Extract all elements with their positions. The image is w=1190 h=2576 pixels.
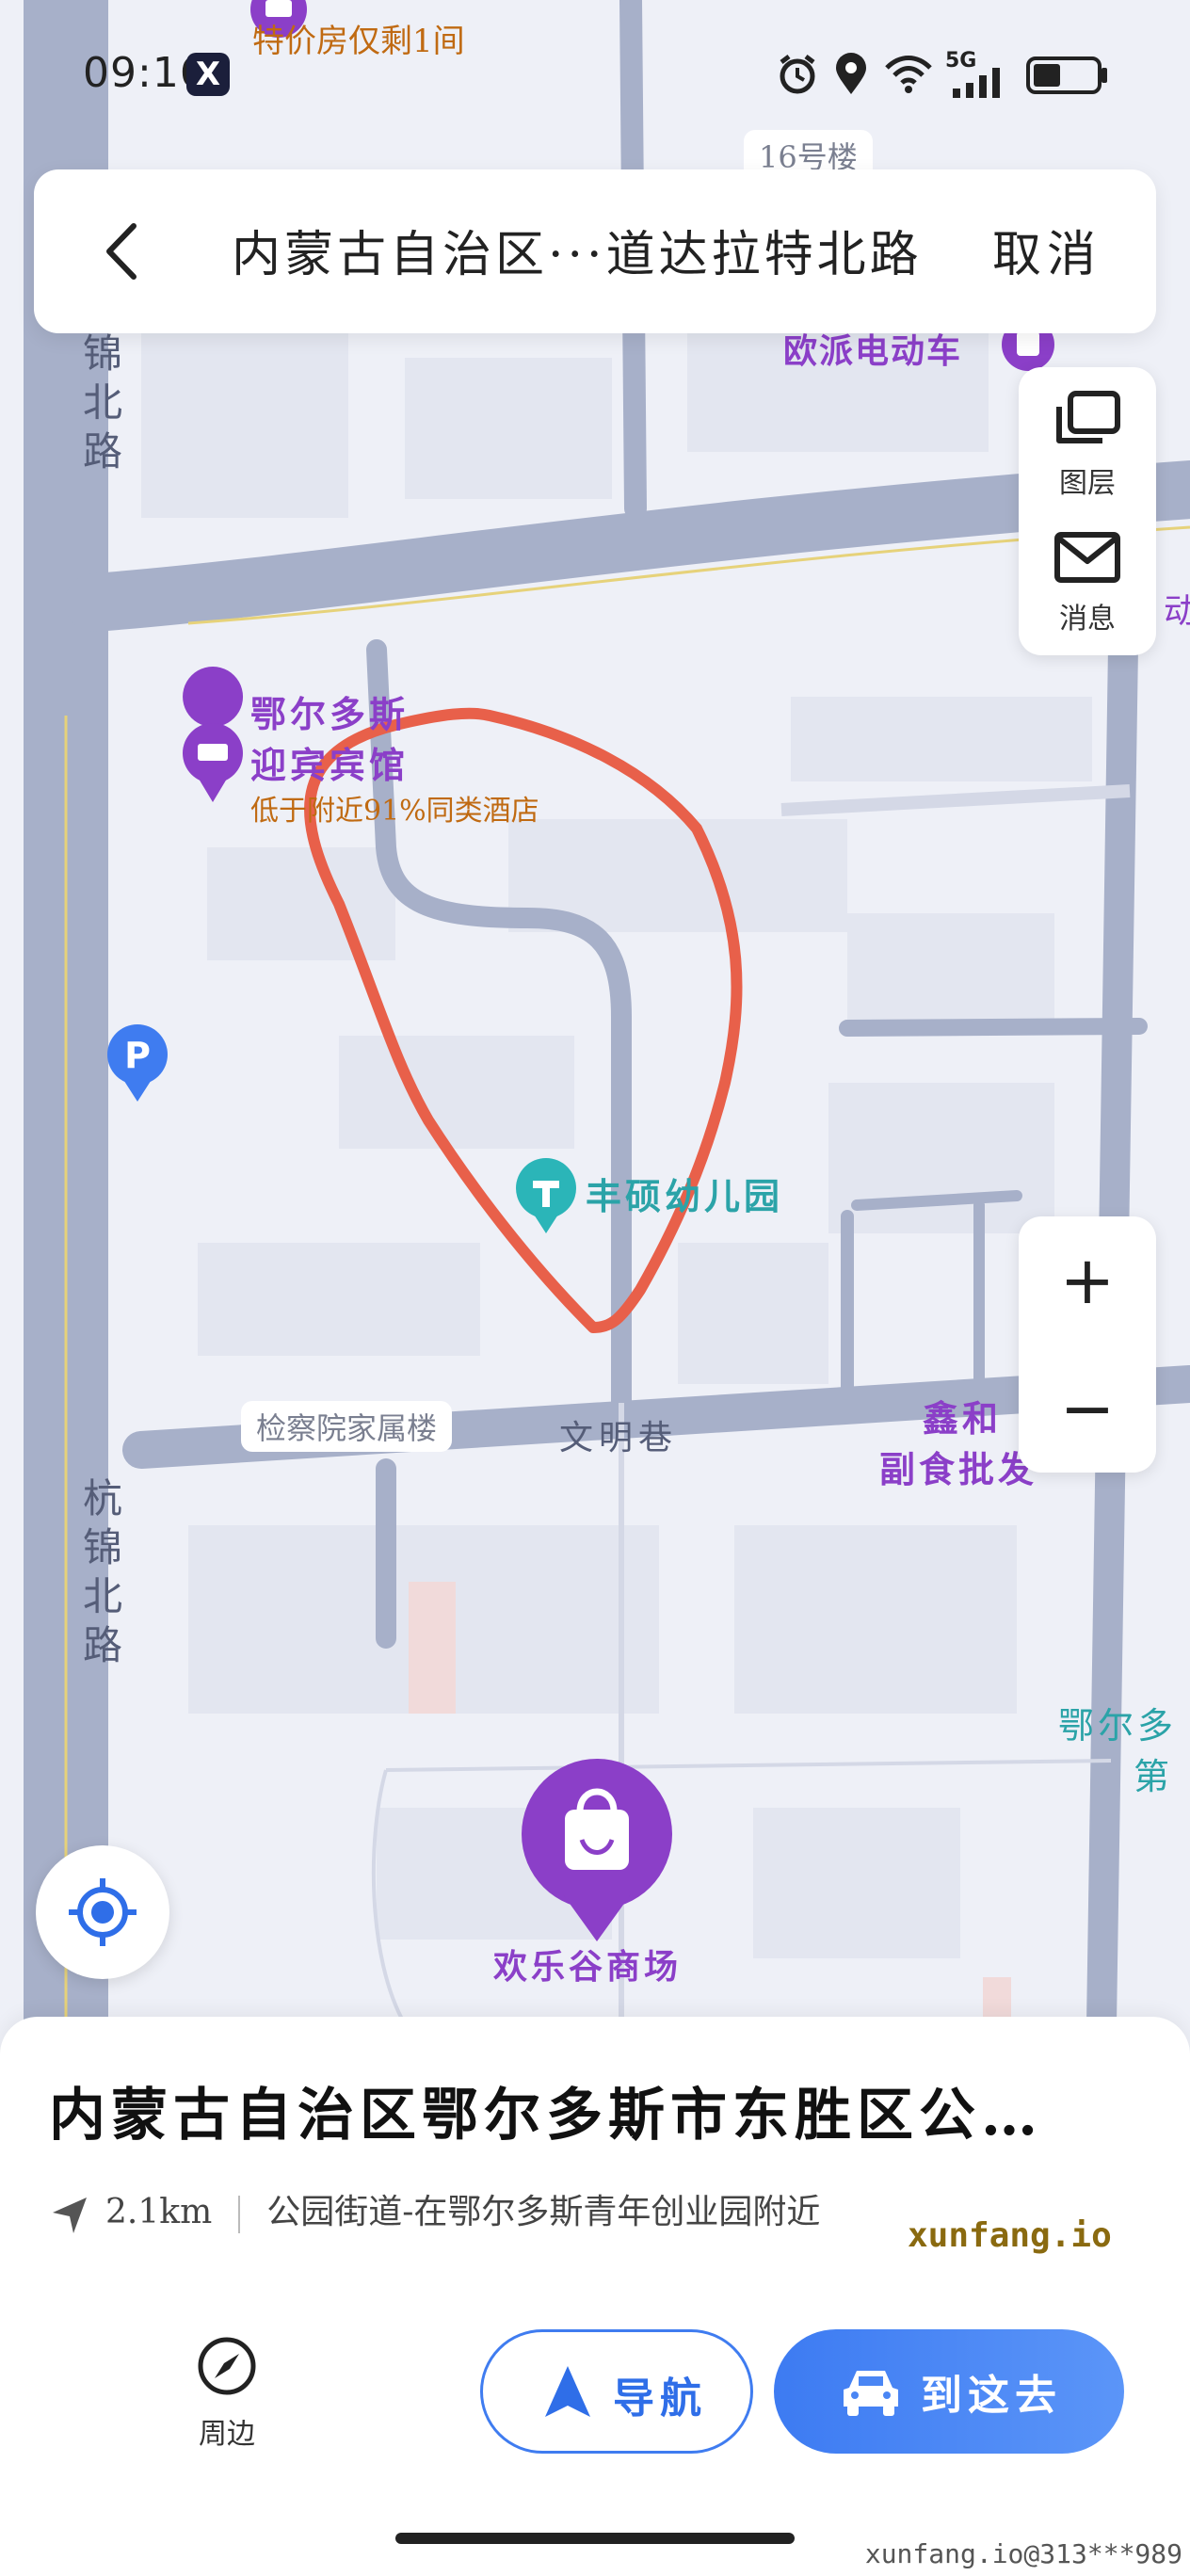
hotel-name-line2[interactable]: 迎宾宾馆: [250, 736, 409, 788]
wholesale-label-line1[interactable]: 鑫和: [923, 1390, 1002, 1441]
hotel-name-line1[interactable]: 鄂尔多斯: [250, 685, 409, 737]
building-tag-procuratorate: 检察院家属楼: [241, 1401, 453, 1452]
search-title[interactable]: 内蒙古自治区···道达拉特北路: [232, 215, 923, 285]
map-tools-panel: 图层 消息: [1019, 367, 1156, 655]
road-label-hangjin-bottom: 杭锦北路: [83, 1475, 125, 1668]
battery-icon: [1026, 56, 1107, 94]
edge-label-di: 第: [1134, 1756, 1170, 1797]
car-icon: [844, 2371, 898, 2416]
cancel-button[interactable]: 取消: [992, 215, 1102, 285]
place-address: 内蒙古自治区鄂尔多斯市东胜区公…: [49, 2083, 1043, 2149]
road-label-wenming: 文明巷: [559, 1419, 679, 1457]
edge-label-right: 动: [1164, 592, 1190, 631]
mall-label[interactable]: 欢乐谷商场: [493, 1940, 682, 1988]
mail-icon: [1054, 532, 1120, 583]
layers-icon: [1056, 391, 1120, 443]
wholesale-label-line2[interactable]: 副食批发: [879, 1441, 1037, 1492]
go-here-label: 到这去: [921, 2372, 1062, 2420]
navigation-arrow-icon: [545, 2366, 590, 2417]
hotel-promo: 低于附近91%同类酒店: [250, 795, 539, 828]
kindergarten-label[interactable]: 丰硕幼儿园: [586, 1167, 783, 1219]
compass-icon: [198, 2337, 256, 2395]
signal-icon: [953, 68, 1000, 98]
zoom-in-button[interactable]: +: [1019, 1216, 1156, 1344]
navigate-button[interactable]: 导航: [480, 2329, 753, 2454]
zoom-out-button[interactable]: −: [1019, 1344, 1156, 1473]
nearby-button[interactable]: 周边: [185, 2333, 269, 2452]
navigate-label: 导航: [613, 2375, 707, 2423]
location-icon: [836, 53, 866, 94]
place-description: 公园街道-在鄂尔多斯青年创业园附近: [266, 2193, 821, 2231]
alarm-icon: [780, 55, 815, 94]
go-here-button[interactable]: 到这去: [774, 2329, 1124, 2454]
locate-me-button[interactable]: [36, 1845, 169, 1979]
watermark: xunfang.io: [908, 2216, 1112, 2255]
search-bar[interactable]: 内蒙古自治区···道达拉特北路 取消: [34, 169, 1156, 333]
layers-button[interactable]: 图层: [1019, 386, 1156, 501]
app-x-icon: X: [186, 53, 230, 96]
meta-divider: [238, 2196, 241, 2233]
direction-arrow-icon: [53, 2198, 87, 2233]
home-indicator[interactable]: [395, 2533, 795, 2544]
nearby-label: 周边: [199, 2418, 255, 2451]
zoom-controls: + −: [1019, 1216, 1156, 1473]
crosshair-icon: [69, 1878, 137, 1946]
wifi-icon: [885, 56, 932, 93]
svg-text:P: P: [124, 1035, 151, 1076]
place-meta: 2.1km 公园街道-在鄂尔多斯青年创业园附近: [49, 2184, 820, 2235]
edge-label-erdos: 鄂尔多: [1058, 1705, 1178, 1747]
messages-button[interactable]: 消息: [1019, 527, 1156, 636]
footer-watermark: xunfang.io@313***989: [864, 2538, 1182, 2569]
road-label-hangjin-top: 锦北路: [83, 330, 125, 475]
status-bar: 09:16 X 5G: [0, 0, 1190, 151]
layers-label: 图层: [1059, 467, 1116, 500]
messages-label: 消息: [1059, 603, 1116, 636]
place-distance: 2.1km: [105, 2193, 213, 2231]
back-arrow-icon[interactable]: [90, 218, 156, 284]
